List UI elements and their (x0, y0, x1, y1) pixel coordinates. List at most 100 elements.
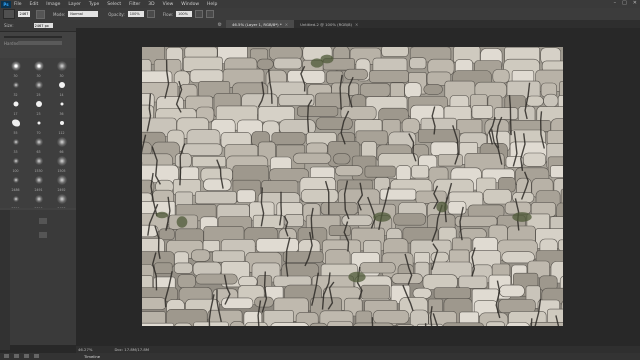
panel-icon[interactable] (34, 354, 39, 358)
brush-preset[interactable]: 23 (27, 98, 50, 117)
pressure-opacity-icon[interactable] (146, 10, 155, 18)
rock-block (523, 152, 546, 167)
brush-preset[interactable]: 2491 (27, 174, 50, 193)
brush-size-number: 30 (59, 74, 64, 78)
brush-preset[interactable]: 2486 (4, 174, 27, 193)
panel-icon[interactable] (24, 354, 29, 358)
menu-layer[interactable]: Layer (68, 2, 81, 7)
brush-tip-icon (56, 137, 67, 147)
menu-filter[interactable]: Filter (129, 2, 140, 7)
rock-block (543, 93, 559, 108)
brush-size-number: 2491 (34, 188, 43, 192)
menu-type[interactable]: Type (89, 2, 99, 7)
menu-help[interactable]: Help (207, 2, 217, 7)
brush-preset[interactable]: 30 (50, 60, 73, 79)
brush-preset[interactable]: 14 (50, 79, 73, 98)
timeline-tab[interactable]: Timeline (80, 354, 104, 359)
menu-window[interactable]: Window (181, 2, 199, 7)
minimize-button[interactable]: – (614, 0, 617, 6)
panel-icon[interactable] (4, 354, 9, 358)
menu-bar: Ps File Edit Image Layer Type Select Filter 3D V… (0, 0, 640, 8)
rock-block (364, 165, 396, 178)
brush-size-number: 32 (13, 93, 18, 97)
rock-block (381, 47, 409, 57)
brush-preset[interactable]: 2319 (4, 193, 27, 208)
brush-preset[interactable]: 2492 (50, 174, 73, 193)
brush-preset[interactable]: 30 (27, 60, 50, 79)
pressure-size-icon[interactable] (205, 10, 214, 18)
brush-size-number: 2423 (50, 207, 73, 208)
document-tab-active[interactable]: 46.5% (Layer 1, RGB/8*) * × (226, 20, 295, 28)
rock-block (189, 69, 224, 83)
brush-preset[interactable]: 30 (4, 60, 27, 79)
rock-block (256, 58, 274, 70)
brush-preset[interactable]: 1530 (27, 155, 50, 174)
menu-3d[interactable]: 3D (148, 2, 154, 7)
brush-preset[interactable]: 112 (50, 117, 73, 136)
menu-image[interactable]: Image (46, 2, 60, 7)
brush-size-number: 30 (13, 74, 18, 78)
rock-block (173, 262, 193, 274)
brush-size-number: 66 (59, 150, 64, 154)
rock-block (396, 324, 414, 326)
mode-dropdown[interactable]: Normal (68, 11, 99, 17)
size-field[interactable]: 2467 px (33, 23, 53, 28)
brush-preset[interactable]: 17 (4, 98, 27, 117)
panel-icon[interactable] (39, 218, 47, 224)
menu-file[interactable]: File (14, 2, 22, 7)
status-bar: 46.27% Doc: 17.8M/17.8M (76, 346, 640, 353)
close-tab-icon[interactable]: × (355, 22, 358, 27)
brush-size-number: 30 (36, 74, 41, 78)
opacity-field[interactable]: 100% (127, 11, 144, 17)
moss-patch (436, 201, 448, 213)
tool-preset-picker[interactable] (3, 9, 15, 19)
size-slider[interactable] (4, 36, 62, 38)
flow-field[interactable]: 100% (175, 11, 192, 17)
rock-block (292, 152, 332, 164)
close-tab-icon[interactable]: × (285, 22, 288, 27)
brush-preset[interactable]: 32 (4, 79, 27, 98)
brush-preset[interactable]: 100 (4, 155, 27, 174)
rock-block (415, 190, 447, 204)
brush-tip-icon (12, 139, 19, 145)
rock-block (393, 213, 426, 226)
brush-preset[interactable]: 2423 (50, 193, 73, 208)
rock-block (252, 214, 285, 229)
brush-preset[interactable]: 55 (4, 117, 27, 136)
rock-block (505, 322, 530, 326)
rock-block (174, 322, 192, 326)
brush-preset[interactable]: 33 (4, 136, 27, 155)
document-canvas[interactable] (142, 47, 563, 326)
menu-view[interactable]: View (163, 2, 174, 7)
canvas-area[interactable] (76, 28, 640, 346)
brush-panel-toggle-icon[interactable] (36, 9, 45, 19)
brush-preset[interactable]: 36 (50, 98, 73, 117)
brush-preset[interactable]: 25 (27, 79, 50, 98)
panel-icon[interactable] (14, 354, 19, 358)
rock-block (493, 107, 519, 120)
flow-label: Flow: (162, 11, 173, 17)
rock-block (158, 228, 175, 241)
zoom-level[interactable]: 46.27% (78, 347, 92, 352)
photoshop-logo: Ps (1, 0, 11, 8)
brush-preset[interactable]: 1505 (50, 155, 73, 174)
brush-preset[interactable]: 63 (27, 136, 50, 155)
brush-preset[interactable]: 70 (27, 117, 50, 136)
brush-size-preview[interactable]: 2467 (18, 11, 30, 17)
rock-block (430, 141, 459, 156)
document-tab[interactable]: Untitled-2 @ 100% (RGB/8) × (294, 20, 364, 28)
airbrush-icon[interactable] (194, 10, 203, 18)
rock-block (361, 284, 390, 300)
rock-block (142, 322, 174, 326)
brush-preset[interactable]: 2396 (27, 193, 50, 208)
hardness-slider[interactable] (18, 41, 62, 45)
maximize-button[interactable]: □ (622, 0, 627, 6)
menu-edit[interactable]: Edit (30, 2, 39, 7)
close-window-button[interactable]: ✕ (633, 0, 637, 6)
menu-select[interactable]: Select (107, 2, 121, 7)
brush-tip-icon (12, 82, 19, 88)
panel-icon[interactable] (39, 232, 47, 238)
brush-preset[interactable]: 66 (50, 136, 73, 155)
rock-block (192, 261, 222, 277)
size-label: Size: (4, 23, 14, 28)
